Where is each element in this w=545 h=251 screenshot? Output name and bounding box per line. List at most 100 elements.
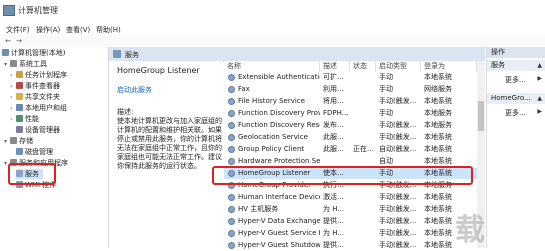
tree-item-storage[interactable]: ▾ 存储 [4, 136, 33, 146]
service-logon-cell: 本地服务 [424, 121, 452, 129]
tree-item-task-scheduler[interactable]: › 任务计划程序 [10, 70, 67, 80]
menu-file[interactable]: 文件(F) [6, 25, 30, 35]
service-detail-title: HomeGroup Listener [117, 66, 200, 75]
service-status-cell [353, 192, 376, 203]
more-actions-link[interactable]: 更多... [505, 75, 526, 85]
column-header-status[interactable]: 状态 [350, 61, 376, 72]
service-status-cell: 正在... [353, 145, 374, 153]
service-row[interactable]: Hyper-V Data Exchange ...提供...手动(触发...本地… [224, 216, 477, 227]
service-detail-pane: HomeGroup Listener 启动此服务 描述: 使本地计算机更改与加入… [109, 61, 223, 248]
service-desc-cell: 发布... [323, 121, 344, 129]
forward-icon[interactable]: → [14, 37, 24, 45]
back-icon[interactable]: ← [3, 37, 13, 45]
service-desc-cell: 利用... [323, 85, 344, 93]
service-row[interactable]: Function Discovery Provi...FDPH... 手动 本地服务 [224, 108, 477, 119]
column-header-startup-type[interactable]: 启动类型 [376, 61, 421, 72]
tree-item-computer-management[interactable]: 计算机管理(本地) [2, 48, 65, 58]
console-tree: 计算机管理(本地) ▾ 系统工具 › 任务计划程序 › 事件查看器 › 共享文件夹 › 本… [0, 47, 109, 248]
menu-help[interactable]: 帮助(H) [96, 25, 121, 35]
service-logon-cell: 本地系统 [424, 73, 452, 81]
actions-group-homegroup[interactable]: HomeGro... ▲ [487, 93, 545, 104]
service-name-cell: Geolocation Service [238, 133, 308, 141]
column-header-description[interactable]: 描述 [320, 61, 350, 72]
computer-icon [2, 49, 9, 56]
services-list: 名称 描述 状态 启动类型 登录为 Extensible Authenticat… [212, 61, 477, 251]
event-viewer-icon [16, 82, 23, 89]
description-text: 使本地计算机更改与加入家庭组的计算机的配置和维护相关联。如果停止或禁用此服务，你… [117, 117, 222, 170]
gear-icon [228, 110, 235, 117]
tools-icon [10, 60, 17, 67]
column-header-logon[interactable]: 登录为 [421, 61, 477, 72]
menu-action[interactable]: 操作(A) [36, 25, 60, 35]
service-status-cell [353, 72, 376, 83]
service-status-cell [353, 204, 376, 215]
actions-group-services[interactable]: 服务 ▲ [487, 60, 545, 71]
service-row[interactable]: File History Service 将用... 手动(触发... 本地系统 [224, 96, 477, 107]
service-row[interactable]: HV 主机服务为 H... 手动(触发... 本地系统 [224, 204, 477, 215]
tree-item-disk-management[interactable]: 磁盘管理 [16, 147, 53, 157]
menu-view[interactable]: 查看(V) [66, 25, 90, 35]
service-row[interactable]: Fax 利用... 手动 网络服务 [224, 84, 477, 95]
service-startup-cell: 手动(触发... [379, 241, 417, 249]
submenu-arrow-icon: ▶ [537, 108, 542, 115]
highlight-homegroup-listener [212, 166, 473, 185]
service-logon-cell: 本地系统 [424, 145, 452, 153]
services-pane-header: 服务 [109, 47, 485, 62]
gear-icon [228, 134, 235, 141]
more-actions-link[interactable]: 更多... [505, 108, 526, 118]
service-row[interactable]: Human Interface Device ...激活... 手动(触发... 本… [224, 192, 477, 203]
service-name-cell: Function Discovery Provi... [238, 109, 320, 117]
service-logon-cell: 网络服务 [424, 85, 452, 93]
device-manager-icon [16, 126, 23, 133]
service-name-cell: Hyper-V Guest Shutdown... [238, 241, 320, 249]
tree-item-local-users[interactable]: › 本地用户和组 [10, 103, 67, 113]
service-status-cell [353, 120, 376, 131]
services-pane-title: 服务 [125, 51, 139, 59]
gear-icon [113, 50, 121, 58]
watermark: 载 [455, 213, 485, 248]
service-row[interactable]: Group Policy Client 此服... 正在... 自动(触发... 本地系… [224, 144, 477, 155]
highlight-services-tree [8, 163, 56, 185]
service-desc-cell: FDPH... [323, 109, 349, 117]
column-header-name[interactable]: 名称 [224, 61, 320, 72]
service-name-cell: Hyper-V Data Exchange ... [238, 217, 320, 225]
service-startup-cell: 手动(触发... [379, 133, 417, 141]
service-row[interactable]: Hyper-V Guest Service In...为 H... 手动(触发..… [224, 228, 477, 239]
actions-group-title: HomeGro... [491, 94, 531, 102]
service-name-cell: Extensible Authentication... [238, 73, 320, 81]
service-row[interactable]: Geolocation Service 此服... 手动(触发... 本地系统 [224, 132, 477, 143]
service-desc-cell: 此服... [323, 145, 344, 153]
storage-icon [10, 137, 17, 144]
service-row[interactable]: Extensible Authentication...可扩... 手动 本地系统 [224, 72, 477, 83]
tree-item-shared-folders[interactable]: › 共享文件夹 [10, 92, 60, 102]
service-startup-cell: 手动(触发... [379, 121, 417, 129]
scrollbar-thumb[interactable] [478, 101, 484, 131]
service-logon-cell: 本地系统 [424, 193, 452, 201]
service-name-cell: Human Interface Device ... [238, 193, 320, 201]
service-logon-cell: 本地系统 [424, 97, 452, 105]
actions-group-title: 服务 [491, 61, 505, 69]
service-status-cell [353, 108, 376, 119]
service-logon-cell: 本地服务 [424, 109, 452, 117]
service-startup-cell: 手动(触发... [379, 205, 417, 213]
service-row[interactable]: Hyper-V Guest Shutdown...提供...手动(触发...本地… [224, 240, 477, 251]
service-startup-cell: 手动(触发... [379, 97, 417, 105]
service-status-cell [353, 96, 376, 107]
gear-icon [228, 218, 235, 225]
tree-item-performance[interactable]: › 性能 [10, 114, 39, 124]
clock-icon [16, 71, 23, 78]
service-desc-cell: 提供... [323, 241, 344, 249]
service-startup-cell: 手动(触发... [379, 193, 417, 201]
service-desc-cell: 此服... [323, 133, 344, 141]
tree-item-system-tools[interactable]: ▾ 系统工具 [4, 59, 47, 69]
gear-icon [228, 122, 235, 129]
start-service-link[interactable]: 启动此服务 [117, 85, 152, 95]
service-status-cell [353, 240, 376, 251]
service-startup-cell: 自动(触发... [379, 145, 417, 153]
collapse-icon[interactable]: ▲ [537, 93, 542, 104]
collapse-icon[interactable]: ▲ [537, 60, 542, 71]
tree-item-device-manager[interactable]: 设备管理器 [16, 125, 60, 135]
service-row[interactable]: Function Discovery Reso...发布... 手动(触发... 本… [224, 120, 477, 131]
users-icon [16, 104, 23, 111]
tree-item-event-viewer[interactable]: › 事件查看器 [10, 81, 60, 91]
